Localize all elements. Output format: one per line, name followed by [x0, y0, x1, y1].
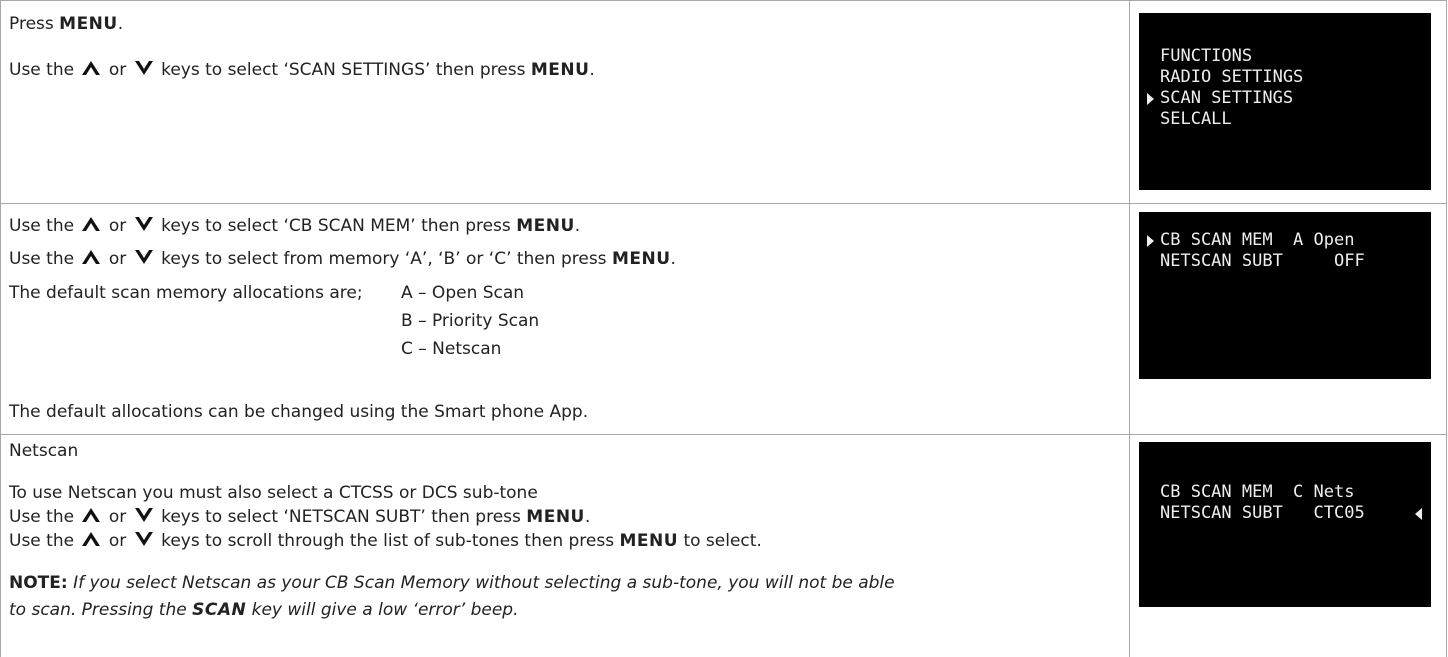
lcd-screen: CB SCAN MEM A Open NETSCAN SUBT OFF: [1139, 212, 1431, 379]
screen-line: NETSCAN SUBT OFF: [1160, 251, 1365, 271]
table-row: Netscan To use Netscan you must also sel…: [1, 434, 1446, 657]
instruction-line: The default allocations can be changed u…: [9, 402, 589, 422]
text: keys to select from memory ‘A’, ‘B’ or ‘…: [155, 249, 612, 269]
menu-key: MENU: [611, 249, 671, 269]
down-arrow-icon: [134, 217, 153, 231]
text: Use the: [9, 60, 80, 80]
instruction-line: Use the or keys to select ‘NETSCAN SUBT’…: [9, 506, 590, 529]
text: Use the: [9, 249, 80, 269]
scan-key: SCAN: [192, 600, 247, 620]
text: or: [103, 507, 132, 527]
column-divider: [1129, 434, 1130, 657]
up-arrow-icon: [82, 217, 101, 231]
text: or: [103, 60, 132, 80]
text: .: [589, 60, 595, 80]
menu-key: MENU: [526, 507, 585, 527]
menu-key: MENU: [619, 531, 679, 551]
selection-cursor-icon: [1415, 508, 1422, 520]
lcd-screen: FUNCTIONS RADIO SETTINGS SCAN SETTINGS S…: [1139, 13, 1431, 190]
down-arrow-icon: [134, 61, 153, 75]
text: or: [103, 531, 132, 551]
text: keys to select ‘SCAN SETTINGS’ then pres…: [155, 60, 531, 80]
screen-line: SCAN SETTINGS: [1160, 88, 1294, 108]
note-label: NOTE:: [9, 573, 68, 593]
column-divider: [1129, 203, 1130, 434]
up-arrow-icon: [82, 508, 101, 522]
menu-key: MENU: [59, 14, 118, 34]
table-row: Press MENU. Use the or keys to select ‘S…: [1, 0, 1446, 204]
instruction-table: Press MENU. Use the or keys to select ‘S…: [0, 0, 1447, 657]
text: Use the: [9, 531, 80, 551]
up-arrow-icon: [82, 250, 101, 264]
note-text: to scan. Pressing the: [9, 600, 193, 620]
down-arrow-icon: [134, 508, 153, 522]
text: Press: [9, 14, 60, 34]
text: keys to scroll through the list of sub-t…: [155, 531, 620, 551]
text: .: [670, 249, 676, 269]
text: Use the: [9, 507, 80, 527]
screen-line: SELCALL: [1160, 109, 1232, 129]
selection-cursor-icon: [1147, 93, 1154, 105]
text: keys to select ‘CB SCAN MEM’ then press: [155, 216, 517, 236]
menu-key: MENU: [530, 60, 590, 80]
instruction-line: Press MENU.: [9, 13, 123, 36]
column-divider: [1129, 1, 1130, 203]
instruction-line: Use the or keys to select ‘CB SCAN MEM’ …: [9, 215, 580, 238]
note-line: to scan. Pressing the SCAN key will give…: [9, 599, 519, 622]
up-arrow-icon: [82, 61, 101, 75]
menu-key: MENU: [516, 216, 575, 236]
allocation-item: C – Netscan: [401, 339, 502, 359]
section-heading: Netscan: [9, 441, 79, 461]
instruction-line: To use Netscan you must also select a CT…: [9, 483, 538, 503]
note-line: NOTE: If you select Netscan as your CB S…: [9, 572, 895, 595]
screen-line: RADIO SETTINGS: [1160, 67, 1304, 87]
up-arrow-icon: [82, 532, 101, 546]
selection-cursor-icon: [1147, 235, 1154, 247]
table-row: Use the or keys to select ‘CB SCAN MEM’ …: [1, 203, 1446, 435]
screen-line: CB SCAN MEM A Open: [1160, 230, 1355, 250]
text: .: [584, 507, 591, 527]
text: or: [103, 249, 132, 269]
text: .: [574, 216, 581, 236]
text: .: [117, 14, 124, 34]
text: or: [103, 216, 132, 236]
note-text: If you select Netscan as your CB Scan Me…: [67, 573, 895, 593]
screen-line: NETSCAN SUBT CTC05: [1160, 503, 1365, 523]
allocation-item: B – Priority Scan: [401, 311, 540, 331]
instruction-line: Use the or keys to select ‘SCAN SETTINGS…: [9, 59, 595, 82]
screen-line: FUNCTIONS: [1160, 46, 1253, 66]
screen-line: CB SCAN MEM C Nets: [1160, 482, 1355, 502]
note-text: key will give a low ‘error’ beep.: [246, 600, 519, 620]
text: Use the: [9, 216, 80, 236]
instruction-line: Use the or keys to select from memory ‘A…: [9, 248, 676, 271]
text: keys to select ‘NETSCAN SUBT’ then press: [155, 507, 527, 527]
allocation-item: A – Open Scan: [401, 283, 525, 303]
instruction-line: Use the or keys to scroll through the li…: [9, 530, 762, 553]
down-arrow-icon: [134, 250, 153, 264]
text: to select.: [678, 531, 762, 551]
lcd-screen: CB SCAN MEM C Nets NETSCAN SUBT CTC05: [1139, 442, 1431, 607]
allocations-intro: The default scan memory allocations are;: [9, 283, 363, 303]
down-arrow-icon: [134, 532, 153, 546]
